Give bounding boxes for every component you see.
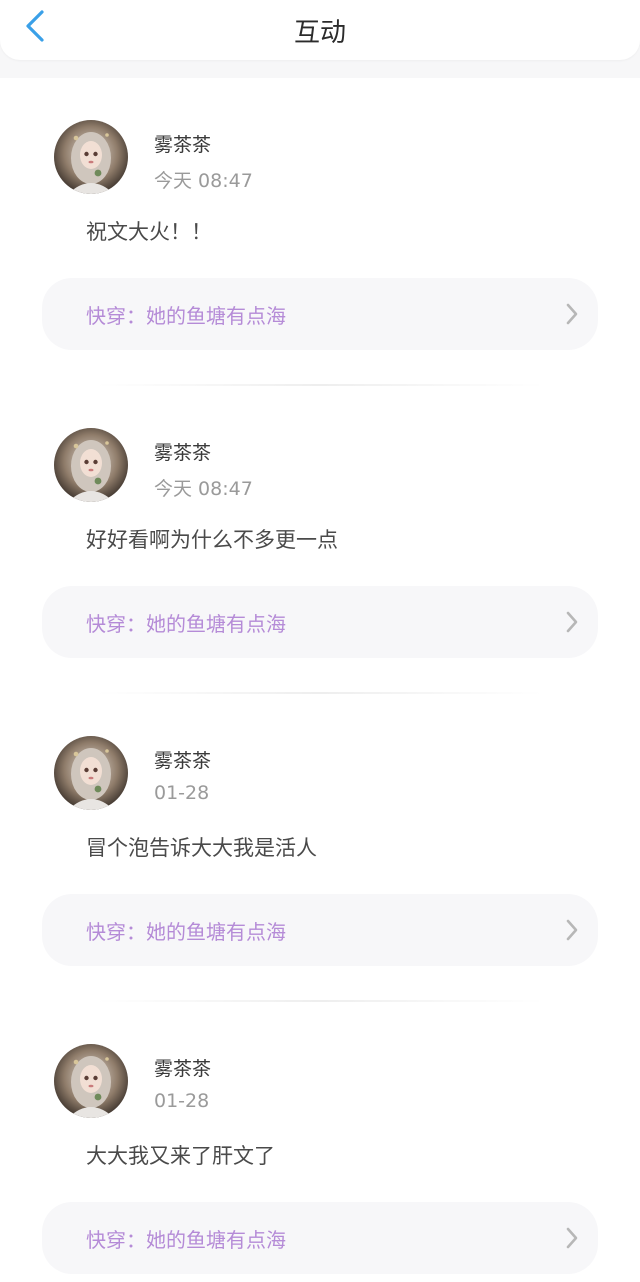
book-link[interactable]: 快穿：她的鱼塘有点海: [42, 586, 598, 658]
comment-feed: 雾茶茶 今天 08:47 祝文大火！！ 快穿：她的鱼塘有点海 雾茶茶 今天 08…: [0, 78, 640, 1282]
timestamp: 今天 08:47: [154, 170, 253, 192]
page-title: 互动: [293, 18, 346, 48]
username[interactable]: 雾茶茶: [154, 130, 211, 157]
comment-item: 雾茶茶 今天 08:47 好好看啊为什么不多更一点 快穿：她的鱼塘有点海: [0, 386, 640, 694]
chevron-right-icon: [566, 303, 578, 325]
username[interactable]: 雾茶茶: [154, 1054, 211, 1081]
interaction-page: 互动 雾茶茶 今天 08:47 祝文大火！！ 快穿：她的鱼塘有点海 雾茶茶 今天…: [0, 0, 640, 1282]
comment-text: 祝文大火！！: [86, 220, 212, 244]
comment-item: 雾茶茶 01-28 冒个泡告诉大大我是活人 快穿：她的鱼塘有点海: [0, 694, 640, 1002]
book-title: 快穿：她的鱼塘有点海: [86, 612, 286, 636]
avatar[interactable]: [54, 428, 128, 502]
book-link[interactable]: 快穿：她的鱼塘有点海: [42, 894, 598, 966]
chevron-right-icon: [566, 611, 578, 633]
comment-item: 雾茶茶 今天 08:47 祝文大火！！ 快穿：她的鱼塘有点海: [0, 78, 640, 386]
book-title: 快穿：她的鱼塘有点海: [86, 304, 286, 328]
top-bar: 互动: [0, 0, 640, 60]
chevron-right-icon: [566, 919, 578, 941]
timestamp: 01-28: [154, 1090, 210, 1112]
chevron-right-icon: [566, 1227, 578, 1249]
avatar[interactable]: [54, 1044, 128, 1118]
timestamp: 今天 08:47: [154, 478, 253, 500]
avatar[interactable]: [54, 736, 128, 810]
comment-text: 好好看啊为什么不多更一点: [86, 528, 338, 552]
book-title: 快穿：她的鱼塘有点海: [86, 920, 286, 944]
comment-text: 冒个泡告诉大大我是活人: [86, 836, 317, 860]
timestamp: 01-28: [154, 782, 210, 804]
comment-item: 雾茶茶 01-28 大大我又来了肝文了 快穿：她的鱼塘有点海: [0, 1002, 640, 1282]
avatar[interactable]: [54, 120, 128, 194]
book-link[interactable]: 快穿：她的鱼塘有点海: [42, 278, 598, 350]
username[interactable]: 雾茶茶: [154, 438, 211, 465]
username[interactable]: 雾茶茶: [154, 746, 211, 773]
book-link[interactable]: 快穿：她的鱼塘有点海: [42, 1202, 598, 1274]
book-title: 快穿：她的鱼塘有点海: [86, 1228, 286, 1252]
comment-text: 大大我又来了肝文了: [86, 1144, 275, 1168]
